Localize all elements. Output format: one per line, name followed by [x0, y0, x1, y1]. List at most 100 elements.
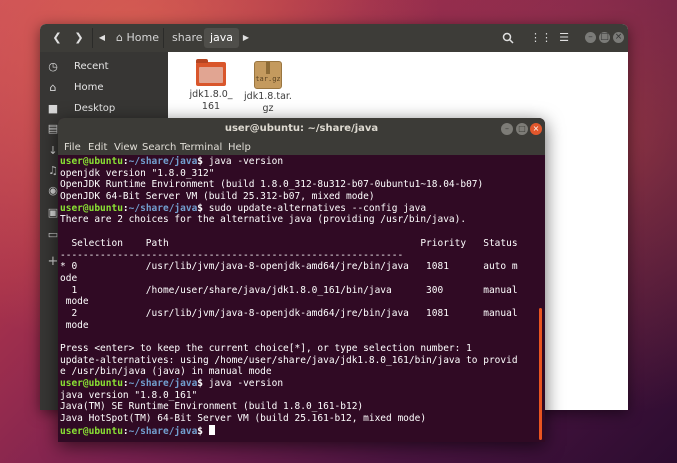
close-icon: ×: [614, 32, 623, 42]
hamburger-menu-icon: ☰: [559, 31, 569, 44]
prompt-user: user@ubuntu: [60, 202, 123, 214]
header-separator: [163, 28, 164, 48]
menu-button[interactable]: ☰: [556, 29, 572, 47]
terminal-output-line: Press <enter> to keep the current choice…: [60, 343, 472, 354]
file-name: 161: [201, 101, 221, 112]
path-scroll-left-button[interactable]: ◀: [96, 29, 108, 47]
terminal-cursor: [208, 424, 215, 435]
breadcrumb-label: java: [210, 31, 234, 44]
terminal-menubar: File Edit View Search Terminal Help: [58, 140, 545, 155]
maximize-icon: □: [518, 124, 526, 133]
breadcrumb-java[interactable]: java: [204, 28, 240, 48]
view-options-button[interactable]: ⋮⋮: [530, 29, 552, 47]
clock-icon: ◷: [48, 60, 58, 73]
minimize-button[interactable]: –: [585, 32, 596, 43]
terminal-output-line: * 0 /usr/lib/jvm/java-8-openjdk-amd64/jr…: [60, 261, 518, 273]
breadcrumb-label: share: [172, 31, 203, 44]
command-text: sudo update-alternatives --config java: [203, 202, 427, 214]
search-icon: [502, 32, 514, 44]
terminal-output-line: ----------------------------------------…: [60, 249, 404, 261]
file-item-jdk-folder[interactable]: jdk1.8.0_ 161: [183, 58, 239, 113]
chevron-left-icon: ❮: [52, 31, 62, 44]
command-text: java -version: [203, 156, 284, 167]
file-manager-header: ❮ ❯ ◀ ⌂ Home share java ▶ ⋮⋮ ☰ – □ ×: [40, 24, 628, 53]
terminal-output-line: Java(TM) SE Runtime Environment (build 1…: [60, 401, 364, 413]
menu-terminal[interactable]: Terminal: [180, 140, 222, 155]
header-separator: [92, 28, 93, 48]
terminal-output-line: update-alternatives: using /home/user/sh…: [60, 354, 518, 366]
terminal-output[interactable]: user@ubuntu:~/share/java$ java -version o…: [60, 156, 540, 442]
terminal-output-line: Selection Path Priority Status: [60, 237, 518, 249]
prompt-path: ~/share/java: [128, 202, 198, 214]
terminal-close-button[interactable]: ×: [530, 123, 542, 135]
terminal-output-line: mode: [60, 296, 89, 308]
terminal-output-line: e /usr/bin/java (java) in manual mode: [60, 366, 272, 378]
terminal-output-line: There are 2 choices for the alternative …: [60, 214, 467, 226]
breadcrumb-share[interactable]: share: [166, 28, 209, 48]
minimize-icon: –: [505, 124, 509, 133]
menu-edit[interactable]: Edit: [88, 140, 107, 155]
terminal-output-line: OpenJDK 64-Bit Server VM (build 25.312-b…: [60, 191, 375, 203]
terminal-output-line: 2 /usr/lib/jvm/java-8-openjdk-amd64/jre/…: [60, 307, 518, 319]
caret-left-icon: ◀: [98, 33, 106, 42]
terminal-output-line: Java HotSpot(TM) 64-Bit Server VM (build…: [60, 413, 427, 425]
forward-button[interactable]: ❯: [72, 29, 86, 47]
close-icon: ×: [532, 124, 540, 133]
home-icon: ⌂: [116, 31, 123, 44]
sidebar-item-home[interactable]: ⌂ Home: [40, 77, 168, 98]
terminal-maximize-button[interactable]: □: [516, 123, 528, 135]
terminal-output-line: ode: [60, 272, 78, 284]
breadcrumb-home[interactable]: ⌂ Home: [110, 28, 165, 48]
file-item-jdk-archive[interactable]: tar.gz jdk1.8.tar. gz: [240, 58, 296, 115]
file-name: gz: [262, 103, 274, 114]
terminal-window: user@ubuntu: ~/share/java – □ × File Edi…: [58, 118, 545, 442]
command-text: java -version: [203, 378, 284, 390]
menu-search[interactable]: Search: [142, 140, 176, 155]
terminal-command-line: user@ubuntu:~/share/java$ java -version: [60, 378, 540, 390]
maximize-button[interactable]: □: [599, 32, 610, 43]
sidebar-item-desktop[interactable]: ■ Desktop: [40, 98, 168, 119]
terminal-title: user@ubuntu: ~/share/java: [224, 123, 379, 134]
menu-file[interactable]: File: [64, 140, 81, 155]
minimize-icon: –: [588, 32, 593, 42]
terminal-output-line: mode: [60, 319, 89, 331]
breadcrumb-label: Home: [126, 31, 159, 44]
prompt-user: user@ubuntu: [60, 156, 123, 167]
prompt-user: user@ubuntu: [60, 378, 123, 390]
terminal-output-line: 1 /home/user/share/java/jdk1.8.0_161/bin…: [60, 284, 518, 296]
menu-view[interactable]: View: [114, 140, 138, 155]
folder-icon: [196, 59, 226, 86]
close-button[interactable]: ×: [613, 32, 624, 43]
sidebar-item-recent[interactable]: ◷ Recent: [40, 56, 168, 77]
maximize-icon: □: [600, 32, 609, 42]
home-icon: ⌂: [49, 81, 57, 94]
file-name: jdk1.8.tar.: [244, 91, 292, 102]
prompt-user: user@ubuntu: [60, 425, 123, 437]
prompt-path: ~/share/java: [128, 425, 198, 437]
terminal-command-line: user@ubuntu:~/share/java$: [60, 424, 540, 437]
chevron-right-icon: ❯: [74, 31, 84, 44]
terminal-minimize-button[interactable]: –: [501, 123, 513, 135]
sidebar-item-label: Recent: [74, 61, 109, 72]
file-name: jdk1.8.0_: [189, 89, 233, 100]
folder-icon: ■: [47, 102, 59, 115]
terminal-command-line: user@ubuntu:~/share/java$ java -version: [60, 156, 540, 168]
path-scroll-right-button[interactable]: ▶: [240, 29, 252, 47]
sidebar-item-label: Desktop: [74, 103, 116, 114]
menu-help[interactable]: Help: [228, 140, 251, 155]
archive-badge: tar.gz: [255, 75, 281, 83]
sidebar-item-label: Home: [74, 82, 104, 93]
grid-view-icon: ⋮⋮: [530, 31, 552, 44]
terminal-scrollbar[interactable]: [539, 308, 542, 440]
terminal-titlebar[interactable]: user@ubuntu: ~/share/java – □ ×: [58, 118, 545, 141]
back-button[interactable]: ❮: [50, 29, 64, 47]
archive-icon: tar.gz: [254, 61, 282, 89]
prompt-path: ~/share/java: [128, 378, 198, 390]
terminal-output-line: openjdk version "1.8.0_312": [60, 167, 215, 179]
prompt-path: ~/share/java: [128, 156, 198, 167]
caret-right-icon: ▶: [242, 33, 250, 42]
search-button[interactable]: [500, 29, 516, 47]
terminal-command-line: user@ubuntu:~/share/java$ sudo update-al…: [60, 203, 540, 215]
